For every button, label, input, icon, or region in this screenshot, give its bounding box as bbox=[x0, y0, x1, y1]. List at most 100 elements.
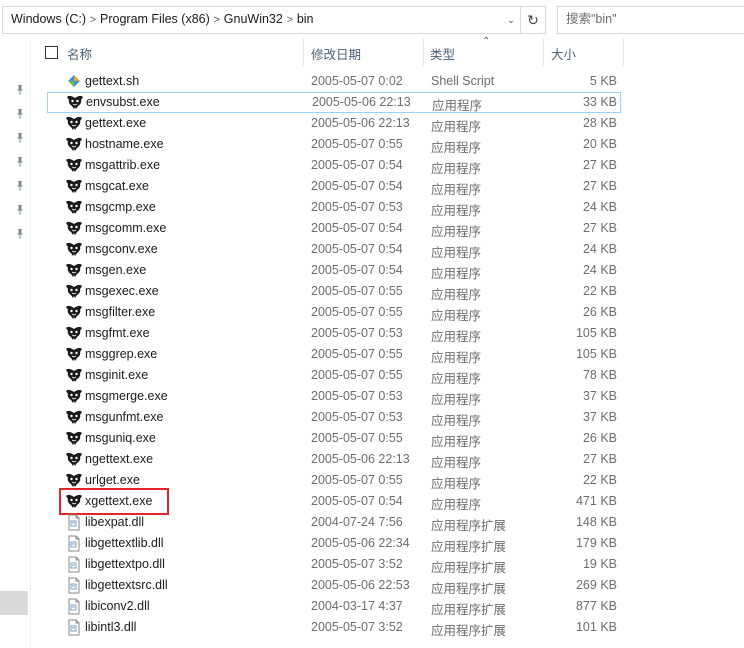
breadcrumb-item[interactable]: Windows (C:) bbox=[11, 12, 86, 26]
breadcrumb-item[interactable]: GnuWin32 bbox=[224, 12, 283, 26]
breadcrumb-separator-icon[interactable]: > bbox=[210, 14, 224, 26]
file-type: 应用程序 bbox=[431, 183, 482, 197]
breadcrumb-item[interactable]: Program Files (x86) bbox=[100, 12, 210, 26]
file-row[interactable]: hostname.exe 2005-05-07 0:55 应用程序 20 KB bbox=[47, 134, 621, 155]
dll-file-icon bbox=[65, 514, 83, 531]
file-date: 2005-05-07 0:55 bbox=[311, 137, 403, 151]
file-type: 应用程序 bbox=[431, 267, 482, 281]
file-type: 应用程序 bbox=[431, 414, 482, 428]
file-row[interactable]: msgcomm.exe 2005-05-07 0:54 应用程序 27 KB bbox=[47, 218, 621, 239]
file-row[interactable]: msginit.exe 2005-05-07 0:55 应用程序 78 KB bbox=[47, 365, 621, 386]
file-row[interactable]: libintl3.dll 2005-05-07 3:52 应用程序扩展 101 KB bbox=[47, 617, 621, 638]
pin-icon[interactable] bbox=[14, 228, 26, 240]
select-all-checkbox[interactable] bbox=[45, 46, 58, 59]
file-name: msgfilter.exe bbox=[85, 305, 156, 319]
file-name: msgmerge.exe bbox=[85, 389, 168, 403]
file-type: 应用程序 bbox=[431, 393, 482, 407]
file-row[interactable]: gettext.exe 2005-05-06 22:13 应用程序 28 KB bbox=[47, 113, 621, 134]
file-name: hostname.exe bbox=[85, 137, 164, 151]
file-date: 2005-05-07 0:54 bbox=[311, 242, 403, 256]
column-divider[interactable] bbox=[543, 38, 544, 66]
pin-icon[interactable] bbox=[14, 180, 26, 192]
file-row[interactable]: msgcat.exe 2005-05-07 0:54 应用程序 27 KB bbox=[47, 176, 621, 197]
file-size: 26 KB bbox=[582, 305, 617, 319]
gnu-exe-icon bbox=[65, 220, 83, 237]
breadcrumb-trail: Windows (C:) > Program Files (x86) > GnuWin3… bbox=[11, 12, 314, 26]
file-type: 应用程序 bbox=[431, 330, 482, 344]
file-date: 2005-05-06 22:13 bbox=[311, 452, 410, 466]
file-name: ngettext.exe bbox=[85, 452, 154, 466]
file-row[interactable]: libexpat.dll 2004-07-24 7:56 应用程序扩展 148 KB bbox=[47, 512, 621, 533]
file-row[interactable]: msgunfmt.exe 2005-05-07 0:53 应用程序 37 KB bbox=[47, 407, 621, 428]
file-row[interactable]: libgettextsrc.dll 2005-05-06 22:53 应用程序扩展 2… bbox=[47, 575, 621, 596]
gnu-exe-icon bbox=[65, 388, 83, 405]
column-type-header[interactable]: 类型 bbox=[430, 44, 455, 63]
file-row[interactable]: ngettext.exe 2005-05-06 22:13 应用程序 27 KB bbox=[47, 449, 621, 470]
file-row[interactable]: gettext.sh 2005-05-07 0:02 Shell Script 5 K… bbox=[47, 71, 621, 92]
file-name: msguniq.exe bbox=[85, 431, 156, 445]
file-date: 2005-05-07 0:54 bbox=[311, 221, 403, 235]
pin-icon[interactable] bbox=[14, 132, 26, 144]
pin-icon[interactable] bbox=[14, 156, 26, 168]
breadcrumb[interactable]: Windows (C:) > Program Files (x86) > GnuWin3… bbox=[2, 6, 521, 34]
file-row[interactable]: msgfmt.exe 2005-05-07 0:53 应用程序 105 KB bbox=[47, 323, 621, 344]
file-size: 27 KB bbox=[582, 452, 617, 466]
breadcrumb-separator-icon[interactable]: > bbox=[86, 14, 100, 26]
file-row[interactable]: msgcmp.exe 2005-05-07 0:53 应用程序 24 KB bbox=[47, 197, 621, 218]
file-size: 19 KB bbox=[582, 557, 617, 571]
file-row[interactable]: libgettextlib.dll 2005-05-06 22:34 应用程序扩展 1… bbox=[47, 533, 621, 554]
column-divider[interactable] bbox=[423, 38, 424, 66]
file-date: 2005-05-06 22:34 bbox=[311, 536, 410, 550]
file-row[interactable]: msgfilter.exe 2005-05-07 0:55 应用程序 26 KB bbox=[47, 302, 621, 323]
file-type: 应用程序 bbox=[431, 204, 482, 218]
gnu-exe-icon bbox=[65, 451, 83, 468]
column-name-header[interactable]: 名称 bbox=[67, 44, 92, 63]
file-row[interactable]: msggrep.exe 2005-05-07 0:55 应用程序 105 KB bbox=[47, 344, 621, 365]
file-name: msgcomm.exe bbox=[85, 221, 167, 235]
search-box[interactable] bbox=[557, 6, 744, 34]
file-row[interactable]: envsubst.exe 2005-05-06 22:13 应用程序 33 KB bbox=[47, 92, 621, 113]
column-divider[interactable] bbox=[623, 38, 624, 66]
chevron-down-icon[interactable]: ⌄ bbox=[502, 6, 520, 34]
file-row[interactable]: msgexec.exe 2005-05-07 0:55 应用程序 22 KB bbox=[47, 281, 621, 302]
file-row[interactable]: msgmerge.exe 2005-05-07 0:53 应用程序 37 KB bbox=[47, 386, 621, 407]
file-row[interactable]: libgettextpo.dll 2005-05-07 3:52 应用程序扩展 19 … bbox=[47, 554, 621, 575]
file-type: 应用程序 bbox=[431, 309, 482, 323]
breadcrumb-item[interactable]: bin bbox=[297, 12, 314, 26]
pin-icon[interactable] bbox=[14, 204, 26, 216]
pin-icon[interactable] bbox=[14, 108, 26, 120]
column-size-header[interactable]: 大小 bbox=[551, 44, 576, 63]
refresh-icon[interactable]: ↻ bbox=[520, 6, 546, 34]
file-type: 应用程序 bbox=[431, 225, 482, 239]
column-divider[interactable] bbox=[303, 38, 304, 66]
file-size: 24 KB bbox=[582, 200, 617, 214]
file-type: 应用程序 bbox=[431, 351, 482, 365]
pin-icon[interactable] bbox=[14, 84, 26, 96]
file-type: 应用程序 bbox=[431, 246, 482, 260]
annotation-highlight-box bbox=[59, 488, 169, 515]
gnu-exe-icon bbox=[65, 430, 83, 447]
file-row[interactable]: msgen.exe 2005-05-07 0:54 应用程序 24 KB bbox=[47, 260, 621, 281]
nav-selected-item[interactable] bbox=[0, 591, 28, 615]
file-name: libiconv2.dll bbox=[85, 599, 150, 613]
file-name: urlget.exe bbox=[85, 473, 140, 487]
file-row[interactable]: libiconv2.dll 2004-03-17 4:37 应用程序扩展 877 KB bbox=[47, 596, 621, 617]
file-size: 27 KB bbox=[582, 158, 617, 172]
file-size: 101 KB bbox=[575, 620, 617, 634]
breadcrumb-separator-icon[interactable]: > bbox=[283, 14, 297, 26]
gnu-exe-icon bbox=[65, 178, 83, 195]
column-date-header[interactable]: 修改日期 bbox=[311, 44, 361, 63]
file-row[interactable]: msgconv.exe 2005-05-07 0:54 应用程序 24 KB bbox=[47, 239, 621, 260]
file-type: 应用程序 bbox=[432, 99, 483, 113]
file-row[interactable]: msguniq.exe 2005-05-07 0:55 应用程序 26 KB bbox=[47, 428, 621, 449]
gnu-exe-icon bbox=[65, 325, 83, 342]
file-size: 105 KB bbox=[575, 347, 617, 361]
file-size: 37 KB bbox=[582, 410, 617, 424]
file-type: 应用程序扩展 bbox=[431, 519, 507, 533]
file-date: 2004-03-17 4:37 bbox=[311, 599, 403, 613]
file-row[interactable]: msgattrib.exe 2005-05-07 0:54 应用程序 27 KB bbox=[47, 155, 621, 176]
file-type: 应用程序 bbox=[431, 435, 482, 449]
search-input[interactable] bbox=[558, 7, 736, 31]
file-name: msgunfmt.exe bbox=[85, 410, 164, 424]
file-type: 应用程序 bbox=[431, 498, 482, 512]
